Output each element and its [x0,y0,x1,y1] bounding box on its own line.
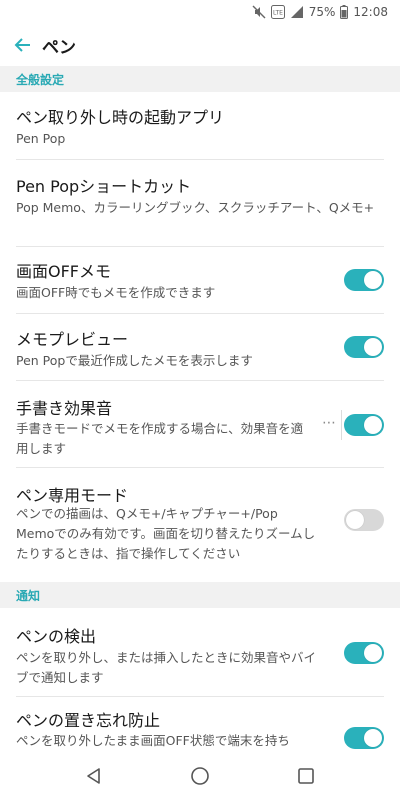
nav-recents-button[interactable] [292,762,320,790]
list-item-screen-off-memo[interactable]: 画面OFFメモ 画面OFF時でもメモを作成できます [0,247,400,313]
handwriting-sound-toggle[interactable] [344,414,384,436]
signal-icon [290,5,304,19]
list-item-pen-loss-prevention[interactable]: ペンの置き忘れ防止 ペンを取り外したまま画面OFF状態で端末を持ち [0,697,400,752]
item-title: ペン専用モード [16,486,129,505]
item-title: ペン取り外し時の起動アプリ [16,108,225,127]
page-title: ペン [42,38,76,58]
circle-home-icon [191,767,209,785]
nav-back-button[interactable] [80,762,108,790]
list-item-memo-preview[interactable]: メモプレビュー Pen Popで最近作成したメモを表示します [0,314,400,380]
item-subtitle: ペンでの描画は、Qメモ+/キャプチャー+/Pop Memoでのみ有効です。画面を… [16,506,316,561]
item-subtitle: ペンを取り外したまま画面OFF状態で端末を持ち [16,733,290,748]
more-horizontal-icon[interactable]: ⋯ [322,415,336,431]
svg-text:LTE: LTE [273,10,283,17]
item-subtitle: Pen Pop [16,131,66,146]
item-title: 画面OFFメモ [16,262,112,281]
lte-icon: LTE [270,5,285,19]
navigation-bar [0,752,400,800]
item-subtitle: ペンを取り外し、または挿入したときに効果音やバイブで通知します [16,650,317,685]
section-header-notify: 通知 [0,582,400,608]
section-title: 通知 [16,589,41,603]
app-bar: ペン [0,24,400,66]
screen-off-memo-toggle[interactable] [344,269,384,291]
list-item-pen-pop-shortcut[interactable]: Pen Popショートカット Pop Memo、カラーリングブック、スクラッチア… [0,160,400,246]
memo-preview-toggle[interactable] [344,336,384,358]
item-subtitle: 画面OFF時でもメモを作成できます [16,285,216,300]
item-title: 手書き効果音 [16,399,113,418]
nav-home-button[interactable] [186,762,214,790]
pen-detection-toggle[interactable] [344,642,384,664]
status-icons: LTE 75% 12:08 [252,3,388,21]
battery-percent: 75% [308,5,336,19]
pen-loss-prevention-toggle[interactable] [344,727,384,749]
item-title: Pen Popショートカット [16,177,192,196]
item-subtitle: Pen Popで最近作成したメモを表示します [16,353,253,368]
toggle-knob [364,338,382,356]
item-subtitle: 手書きモードでメモを作成する場合に、効果音を適用します [16,421,304,456]
toggle-knob [364,416,382,434]
vertical-separator [341,410,342,440]
pen-only-mode-toggle[interactable] [344,509,384,531]
triangle-back-icon [87,768,100,784]
clock: 12:08 [353,5,388,19]
arrow-left-icon [14,38,30,52]
battery-icon [340,5,349,19]
back-button[interactable] [8,30,38,60]
item-title: メモプレビュー [16,330,129,349]
item-title: ペンの検出 [16,627,97,646]
status-bar: LTE 75% 12:08 [0,0,400,24]
toggle-knob [364,271,382,289]
list-item-pen-only-mode[interactable]: ペン専用モード ペンでの描画は、Qメモ+/キャプチャー+/Pop Memoでのみ… [0,468,400,576]
square-recents-icon [298,768,314,784]
toggle-knob [364,644,382,662]
item-title: ペンの置き忘れ防止 [16,711,161,730]
toggle-knob [364,729,382,747]
list-item-pen-detection[interactable]: ペンの検出 ペンを取り外し、または挿入したときに効果音やバイブで通知します [0,608,400,696]
section-title: 全般設定 [16,73,65,87]
mute-icon [252,5,266,19]
section-header-general: 全般設定 [0,66,400,92]
list-item-handwriting-sound[interactable]: 手書き効果音 手書きモードでメモを作成する場合に、効果音を適用します ⋯ [0,381,400,467]
toggle-knob [346,511,364,529]
list-item-launch-app[interactable]: ペン取り外し時の起動アプリ Pen Pop [0,92,400,159]
item-subtitle: Pop Memo、カラーリングブック、スクラッチアート、Qメモ+ [16,200,375,215]
